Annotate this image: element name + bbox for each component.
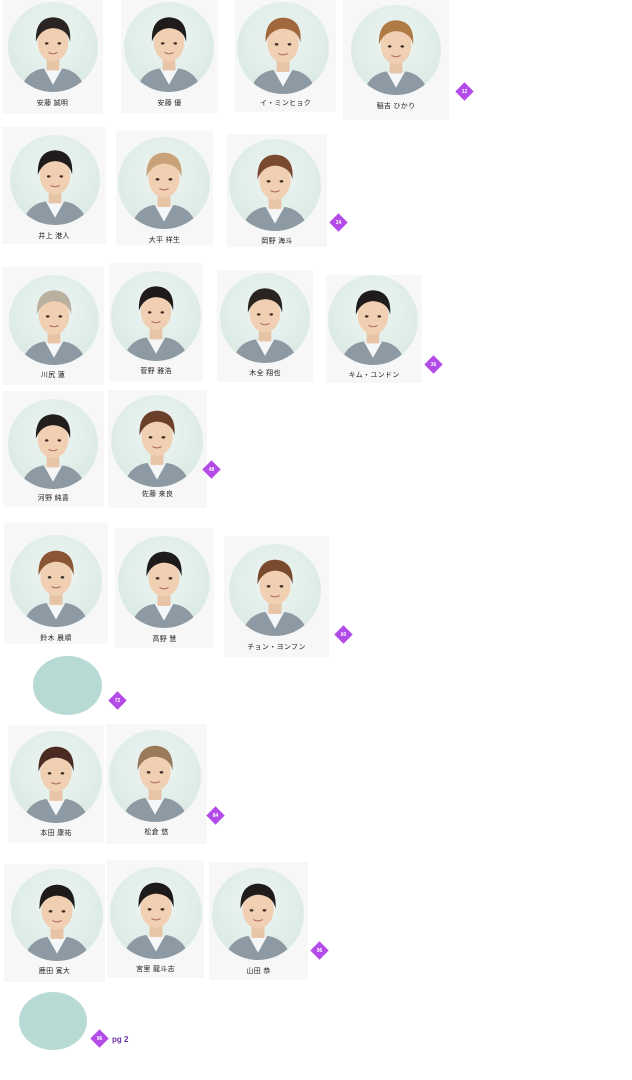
member-photo [328,275,418,365]
member-name: 木全 翔也 [249,370,281,377]
portrait-graphic [249,17,317,94]
portrait-graphic [22,150,88,225]
member-name: 佐藤 来良 [141,491,174,498]
member-name: チョン・ヨンフン [247,644,306,651]
member-name: 松倉 悠 [144,829,169,836]
member-name: 宮里 龍斗志 [136,966,175,973]
rank-badge: 72 [108,691,127,710]
member-card[interactable]: 菅野 雅浩 [109,263,203,381]
member-name: 河野 純喜 [37,495,70,502]
member-card[interactable]: 井上 港人 [2,127,106,244]
portrait-graphic [20,17,86,92]
rank-badge: 60 [334,625,353,644]
member-name: 高野 慧 [152,636,177,643]
member-name: 稲吉 ひかり [376,103,416,110]
member-card[interactable]: 安藤 優 [121,0,218,113]
member-card[interactable]: 山田 恭 [209,862,308,980]
rank-badge: 96 [90,1029,109,1048]
member-card[interactable]: チョン・ヨンフン [224,536,329,657]
member-photo [10,135,100,225]
member-name: 安藤 誠明 [36,100,69,107]
member-photo [351,5,441,95]
portrait-graphic [232,288,298,363]
empty-member-placeholder [19,992,87,1050]
member-name: 安藤 優 [157,100,182,107]
portrait-graphic [23,884,91,961]
member-name: 鈴木 晨順 [40,635,72,642]
member-photo [229,139,321,231]
member-name: キム・ユンドン [348,372,400,379]
member-photo [118,536,210,628]
member-photo [10,731,102,823]
member-photo [109,730,201,822]
portrait-graphic [20,414,86,489]
member-photo [111,271,201,361]
portrait-graphic [363,20,429,95]
member-name: 山田 恭 [246,968,271,975]
member-photo [8,399,98,489]
member-name: 本田 康祐 [40,830,72,837]
member-photo [237,2,329,94]
member-card[interactable]: 本田 康祐 [8,725,104,843]
member-photo [212,868,304,960]
member-photo [110,867,202,959]
member-card[interactable]: 鹿田 寛大 [4,864,105,982]
member-photo [8,2,98,92]
portrait-graphic [123,410,191,487]
member-card[interactable]: 岡野 海斗 [227,134,327,247]
member-card[interactable]: 川尻 蓮 [2,267,104,385]
member-name: 岡野 海斗 [261,238,293,245]
rank-badge: 24 [329,213,348,232]
portrait-graphic [224,883,292,960]
member-name: イ・ミンヒョク [259,100,312,107]
portrait-graphic [121,745,189,822]
member-card[interactable]: 松倉 悠 [106,724,207,844]
member-photo [220,273,310,363]
portrait-graphic [241,154,309,231]
member-name: 鹿田 寛大 [38,968,71,975]
portrait-graphic [130,152,198,229]
empty-member-placeholder [33,656,102,715]
member-card[interactable]: 大平 祥生 [116,131,213,245]
next-page-link[interactable]: pg 2 [112,1035,128,1044]
portrait-graphic [136,17,202,92]
member-card[interactable]: キム・ユンドン [326,275,422,383]
portrait-graphic [22,746,90,823]
rank-badge: 36 [424,355,443,374]
member-photo [9,275,99,365]
rank-badge: 12 [455,82,474,101]
portrait-graphic [340,290,406,365]
member-name: 大平 祥生 [148,237,181,244]
member-photo [10,535,102,627]
member-name: 川尻 蓮 [40,372,66,379]
member-card[interactable]: イ・ミンヒョク [235,0,336,112]
member-name: 菅野 雅浩 [140,368,172,375]
portrait-graphic [22,550,90,627]
portrait-graphic [122,882,190,959]
portrait-graphic [241,559,309,636]
member-card[interactable]: 高野 慧 [115,528,214,648]
member-photo [111,395,203,487]
member-card[interactable]: 河野 純喜 [3,391,104,507]
member-card[interactable]: 安藤 誠明 [2,0,103,114]
portrait-graphic [130,551,198,628]
portrait-graphic [21,290,87,365]
member-card[interactable]: 宮里 龍斗志 [107,860,204,978]
member-photo [11,869,103,961]
rank-badge: 84 [206,806,225,825]
member-photo [124,2,214,92]
member-card[interactable]: 木全 翔也 [217,270,313,382]
member-name: 井上 港人 [38,233,70,240]
member-photo [229,544,321,636]
member-photo [118,137,210,229]
member-card[interactable]: 佐藤 来良 [108,390,207,508]
member-card[interactable]: 鈴木 晨順 [4,523,108,644]
member-card[interactable]: 稲吉 ひかり [343,0,449,120]
portrait-graphic [123,286,189,361]
rank-badge: 96 [310,941,329,960]
